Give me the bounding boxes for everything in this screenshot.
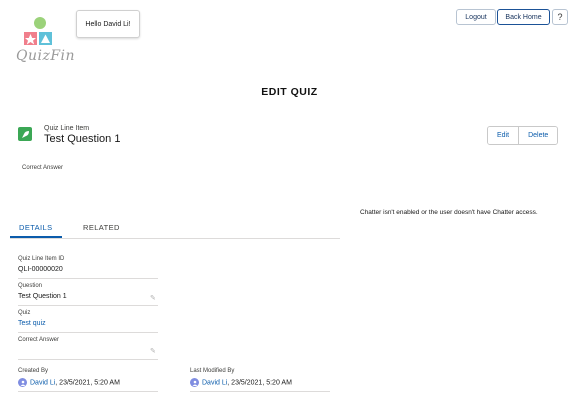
field-divider — [190, 391, 330, 392]
chatter-message: Chatter isn't enabled or the user doesn'… — [360, 209, 538, 216]
created-date: , 23/5/2021, 5:20 AM — [55, 379, 120, 387]
created-by-label: Created By — [18, 368, 49, 374]
field-label-question: Question — [18, 283, 43, 289]
field-divider — [18, 305, 158, 306]
modified-date: , 23/5/2021, 5:20 AM — [227, 379, 292, 387]
edit-question-pencil-icon[interactable]: ✎ — [150, 294, 156, 302]
tab-details[interactable]: DETAILS — [19, 223, 53, 232]
field-divider — [18, 278, 158, 279]
field-label-id: Quiz Line Item ID — [18, 256, 65, 262]
logout-button[interactable]: Logout — [456, 9, 496, 25]
tab-related[interactable]: RELATED — [83, 223, 120, 232]
record-actions: Edit Delete — [487, 126, 559, 145]
record-title: Test Question 1 — [44, 133, 121, 145]
logo-wordmark: QuizFin — [16, 48, 76, 64]
active-tab-indicator — [10, 236, 62, 238]
field-label-quiz: Quiz — [18, 310, 31, 316]
correct-answer-highlight-label: Correct Answer — [22, 165, 64, 171]
last-modified-by-label: Last Modified By — [190, 368, 235, 374]
edit-correct-answer-pencil-icon[interactable]: ✎ — [150, 347, 156, 355]
edit-button[interactable]: Edit — [488, 127, 519, 144]
field-divider — [18, 332, 158, 333]
created-by-value: David Li, 23/5/2021, 5:20 AM — [18, 378, 120, 387]
user-avatar-icon — [190, 378, 199, 387]
field-value-question: Test Question 1 — [18, 293, 67, 300]
user-avatar-icon — [18, 378, 27, 387]
field-label-correct-answer: Correct Answer — [18, 337, 60, 343]
field-divider — [18, 359, 158, 360]
back-home-button[interactable]: Back Home — [497, 9, 550, 25]
field-divider — [18, 391, 158, 392]
last-modified-by-value: David Li, 23/5/2021, 5:20 AM — [190, 378, 292, 387]
modified-by-user-link[interactable]: David Li — [202, 379, 227, 386]
field-value-id: QLI-00000020 — [18, 266, 63, 273]
greeting-box: Hello David Li! — [76, 10, 140, 38]
created-by-user-link[interactable]: David Li — [30, 379, 55, 386]
page-title: EDIT QUIZ — [261, 86, 318, 98]
delete-button[interactable]: Delete — [518, 127, 558, 144]
quiz-line-item-icon — [18, 127, 32, 141]
quiz-link[interactable]: Test quiz — [18, 320, 46, 327]
help-button[interactable]: ? — [552, 9, 568, 25]
record-object-label: Quiz Line Item — [44, 125, 90, 132]
